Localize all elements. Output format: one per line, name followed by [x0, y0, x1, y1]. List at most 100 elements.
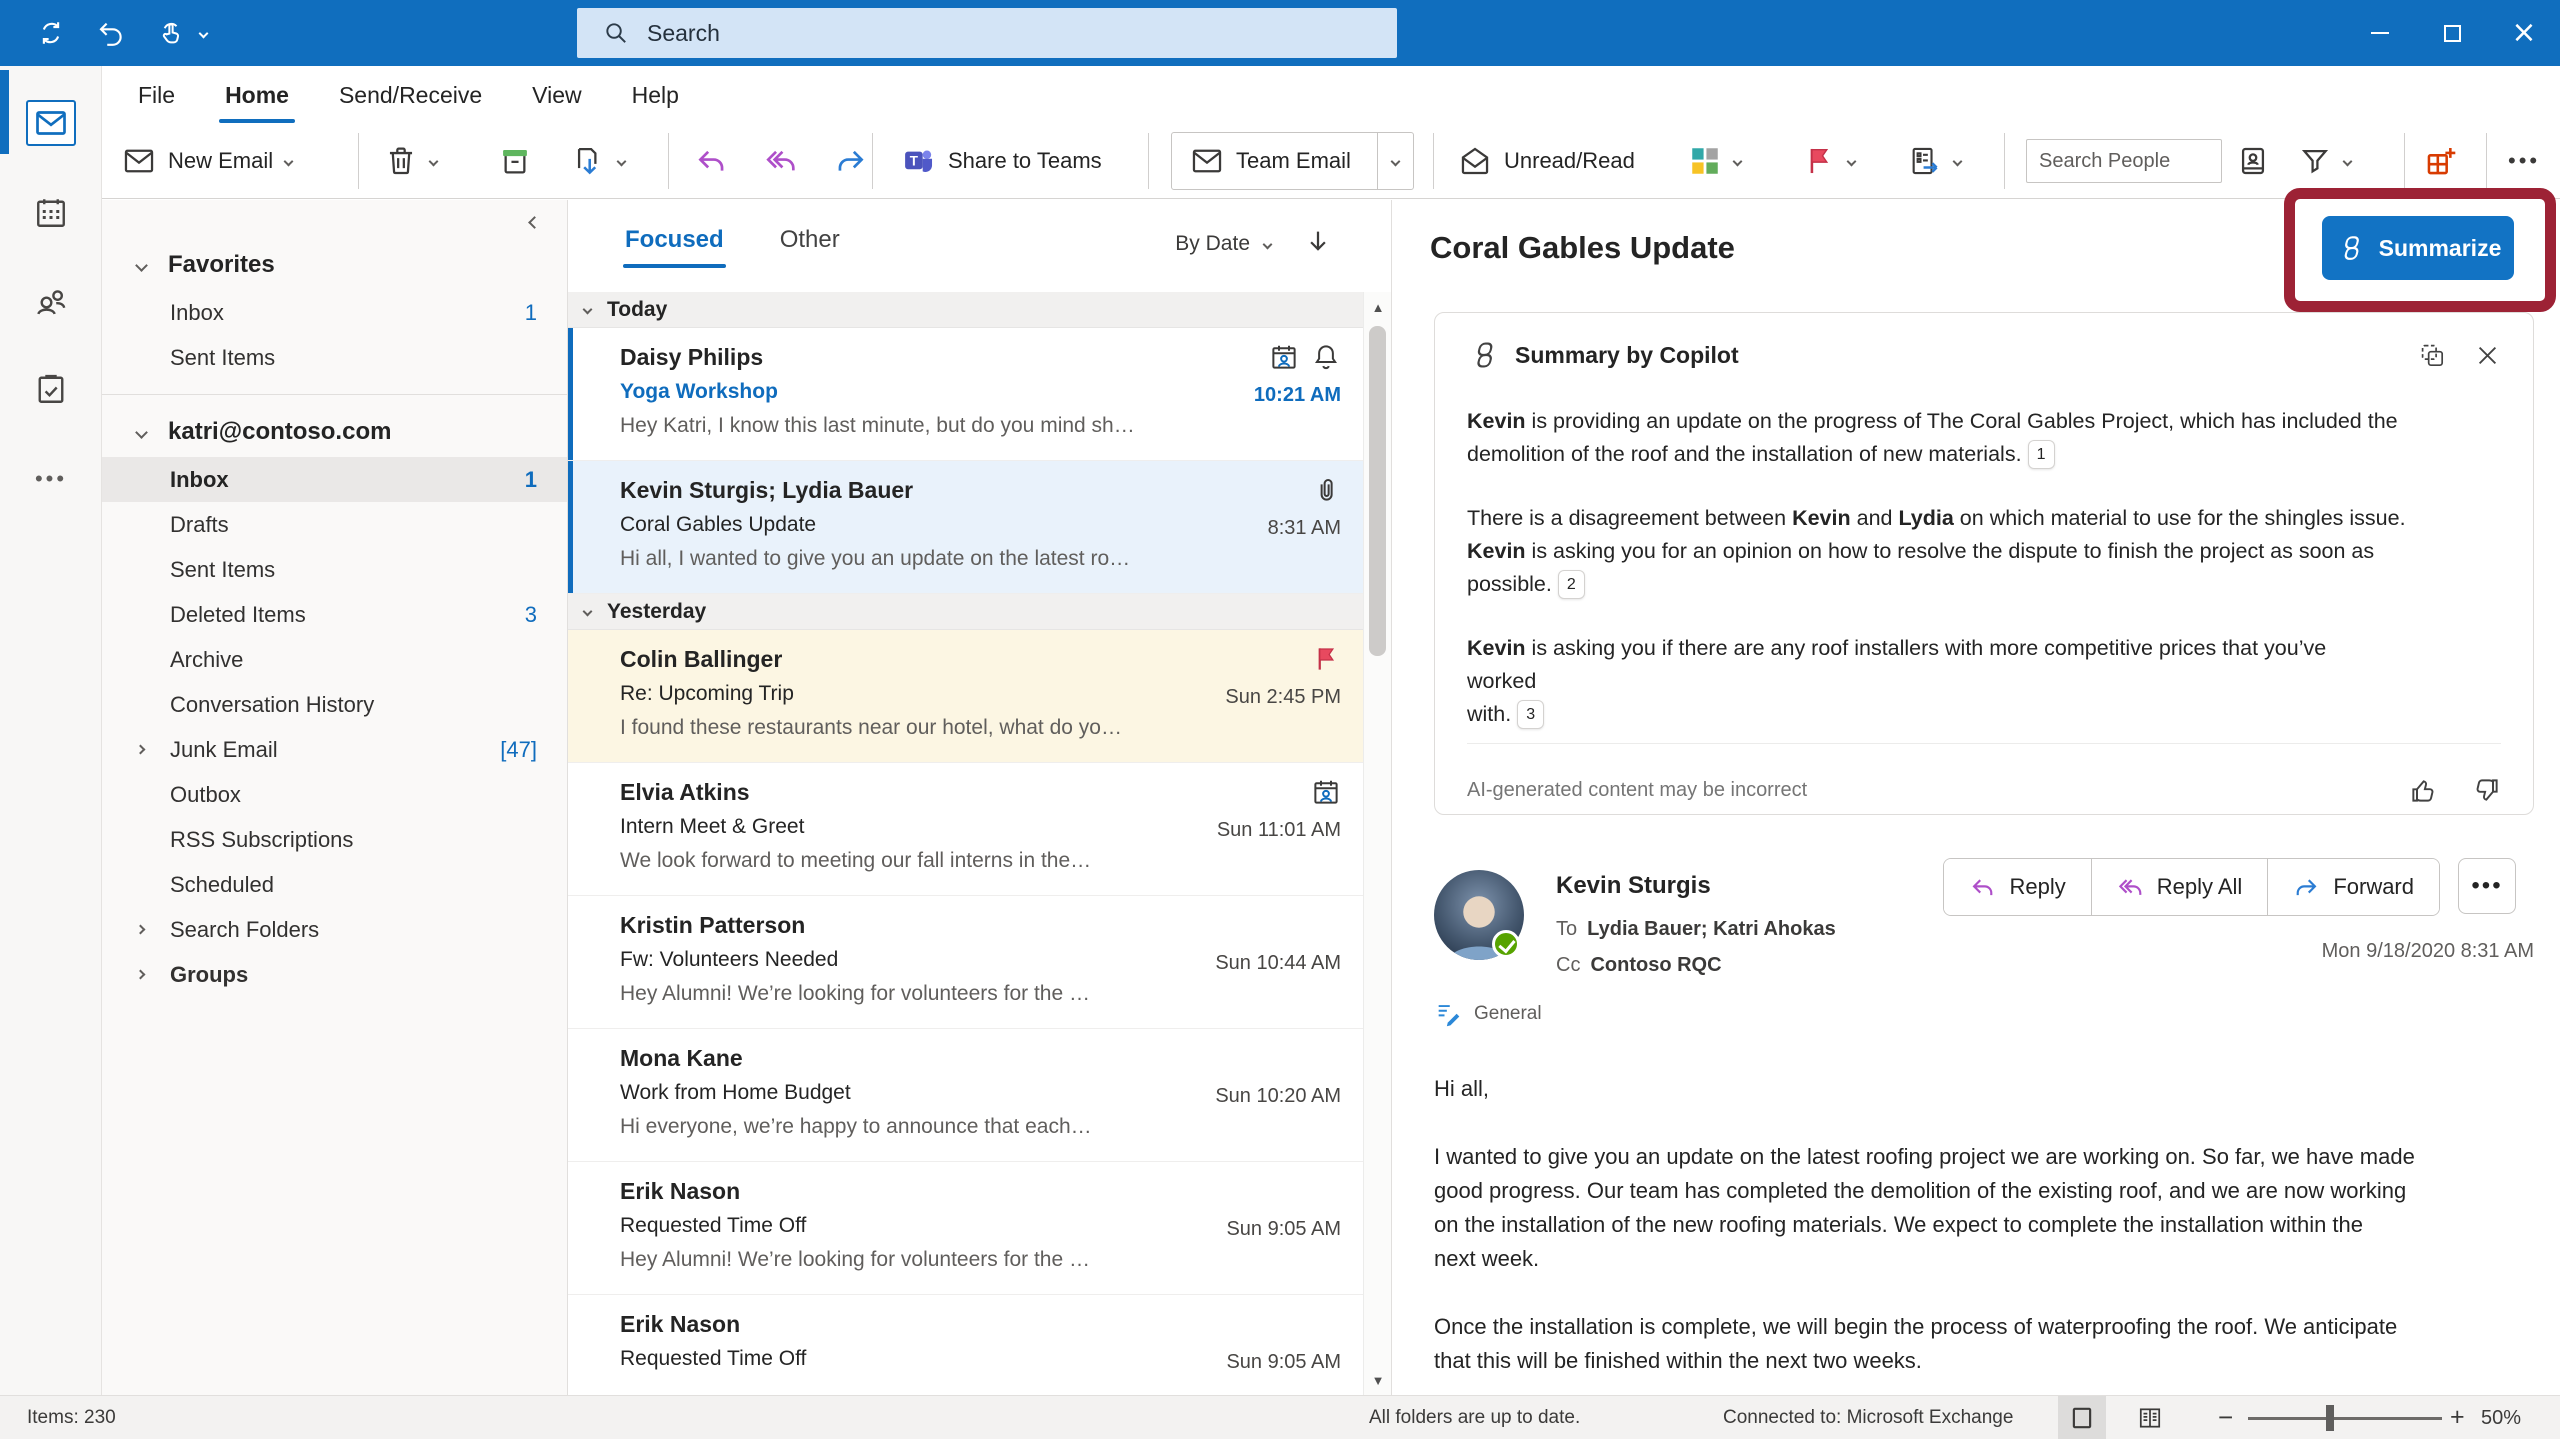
sidebar-item-inbox[interactable]: Inbox 1	[102, 290, 567, 335]
sidebar-item-inbox[interactable]: Inbox 1	[102, 457, 567, 502]
zoom-out-icon[interactable]: −	[2218, 1402, 2233, 1433]
share-to-teams-button[interactable]: T Share to Teams	[902, 124, 1102, 198]
sidebar-item-search-folders[interactable]: Search Folders	[102, 907, 567, 952]
citation-chip[interactable]: 2	[1557, 570, 1585, 599]
scroll-down-icon[interactable]: ▼	[1364, 1365, 1392, 1395]
folder-section-header[interactable]: Favorites	[102, 240, 567, 290]
zoom-slider-thumb[interactable]	[2326, 1405, 2334, 1431]
team-email-dropdown-icon[interactable]	[1376, 133, 1413, 189]
tab-send-receive[interactable]: Send/Receive	[337, 76, 484, 115]
tab-home[interactable]: Home	[219, 76, 295, 123]
scroll-up-icon[interactable]: ▲	[1364, 292, 1392, 322]
close-button[interactable]: ×	[2488, 0, 2560, 66]
zoom-in-icon[interactable]: +	[2450, 1403, 2465, 1432]
team-email-button[interactable]: Team Email	[1171, 132, 1414, 190]
message-list-item[interactable]: Kevin Sturgis; Lydia Bauer Coral Gables U…	[568, 461, 1363, 594]
categorize-button[interactable]	[1688, 124, 1743, 198]
touch-mode-dropdown-icon[interactable]	[198, 28, 209, 38]
scrollbar-thumb[interactable]	[1369, 326, 1386, 656]
reply-all-button[interactable]: Reply All	[2090, 859, 2268, 915]
folder-label: Drafts	[170, 511, 229, 537]
delete-button[interactable]	[384, 124, 439, 198]
sidebar-item-deleted-items[interactable]: Deleted Items 3	[102, 592, 567, 637]
search-people-input[interactable]	[2026, 139, 2222, 183]
tab-view[interactable]: View	[530, 76, 583, 115]
forward-button[interactable]: Forward	[2267, 859, 2439, 915]
sidebar-item-conversation-history[interactable]: Conversation History	[102, 682, 567, 727]
tab-file[interactable]: File	[136, 76, 177, 115]
rules-dropdown-icon[interactable]	[1952, 156, 1963, 166]
move-to-dropdown-icon[interactable]	[616, 156, 627, 166]
sensitivity-label[interactable]: General	[1434, 1000, 1542, 1028]
follow-up-dropdown-icon[interactable]	[1846, 156, 1857, 166]
sort-direction-button[interactable]	[1303, 226, 1333, 256]
rail-item-calendar[interactable]	[0, 178, 102, 248]
sidebar-item-scheduled[interactable]: Scheduled	[102, 862, 567, 907]
archive-button[interactable]	[498, 124, 532, 198]
message-list-item[interactable]: Kristin Patterson Fw: Volunteers Needed Su…	[568, 896, 1363, 1029]
rules-button[interactable]	[1908, 124, 1963, 198]
message-list-item[interactable]: Elvia Atkins Intern Meet & Greet Sun 11:01…	[568, 763, 1363, 896]
message-list-item[interactable]: Mona Kane Work from Home Budget Sun 10:20 …	[568, 1029, 1363, 1162]
sidebar-item-sent-items[interactable]: Sent Items	[102, 335, 567, 380]
new-email-button[interactable]: New Email	[122, 124, 294, 198]
collapse-folder-pane-icon[interactable]	[524, 208, 545, 238]
follow-up-button[interactable]	[1802, 124, 1857, 198]
body-paragraph: Hi all,	[1434, 1076, 1490, 1101]
message-list-item[interactable]: Daisy Philips Yoga Workshop 10:21 AM Hey Ka…	[568, 328, 1363, 461]
more-commands-button[interactable]: •••	[2508, 124, 2540, 198]
reply-button[interactable]	[694, 124, 728, 198]
group-header-yesterday[interactable]: Yesterday	[568, 594, 1363, 630]
new-email-dropdown-icon[interactable]	[283, 156, 294, 166]
filter-dropdown-icon[interactable]	[2342, 156, 2353, 166]
citation-chip[interactable]: 1	[2027, 440, 2055, 469]
folder-section-header[interactable]: katri@contoso.com	[102, 407, 567, 457]
summarize-button[interactable]: Summarize	[2322, 216, 2514, 280]
message-list-item[interactable]: Erik Nason Requested Time Off Sun 9:05 AM H…	[568, 1162, 1363, 1295]
sidebar-item-groups[interactable]: Groups	[102, 952, 567, 997]
reading-view-button[interactable]	[2058, 1396, 2106, 1439]
unread-read-button[interactable]: Unread/Read	[1458, 124, 1635, 198]
sort-by-button[interactable]: By Date	[1175, 232, 1273, 256]
thumbs-down-icon[interactable]	[2472, 776, 2501, 805]
tab-help[interactable]: Help	[630, 76, 681, 115]
rail-item-more[interactable]: •••	[0, 444, 102, 514]
group-header-today[interactable]: Today	[568, 292, 1363, 328]
reading-layout-button[interactable]	[2126, 1396, 2174, 1439]
maximize-button[interactable]	[2416, 0, 2488, 66]
get-addins-button[interactable]	[2424, 124, 2458, 198]
minimize-button[interactable]	[2344, 0, 2416, 66]
citation-chip[interactable]: 3	[1517, 700, 1545, 729]
tab-focused[interactable]: Focused	[623, 226, 726, 268]
delete-dropdown-icon[interactable]	[428, 156, 439, 166]
filter-email-button[interactable]	[2298, 124, 2353, 198]
message-list-scrollbar[interactable]: ▲ ▼	[1363, 292, 1391, 1395]
message-list-item[interactable]: Colin Ballinger Re: Upcoming Trip Sun 2:45…	[568, 630, 1363, 763]
message-list-item[interactable]: Erik Nason Requested Time Off Sun 9:05 AM	[568, 1295, 1363, 1395]
rail-item-tasks[interactable]	[0, 354, 102, 424]
send-receive-icon[interactable]	[34, 16, 68, 50]
rail-item-mail[interactable]	[0, 88, 102, 158]
touch-mode-icon[interactable]	[154, 16, 188, 50]
sidebar-item-sent-items[interactable]: Sent Items	[102, 547, 567, 592]
thumbs-up-icon[interactable]	[2409, 776, 2438, 805]
sidebar-item-drafts[interactable]: Drafts	[102, 502, 567, 547]
move-to-button[interactable]	[572, 124, 627, 198]
close-summary-icon[interactable]	[2474, 342, 2501, 369]
reply-button[interactable]: Reply	[1944, 859, 2091, 915]
sidebar-item-rss-subscriptions[interactable]: RSS Subscriptions	[102, 817, 567, 862]
sidebar-item-junk-email[interactable]: Junk Email [47]	[102, 727, 567, 772]
zoom-slider[interactable]	[2248, 1417, 2442, 1420]
rail-item-people[interactable]	[0, 266, 102, 336]
copy-summary-icon[interactable]	[2419, 342, 2446, 369]
undo-icon[interactable]	[94, 16, 128, 50]
more-actions-button[interactable]: •••	[2458, 858, 2516, 914]
tab-other[interactable]: Other	[780, 226, 840, 268]
sidebar-item-archive[interactable]: Archive	[102, 637, 567, 682]
forward-button[interactable]	[834, 124, 868, 198]
reply-all-button[interactable]	[764, 124, 798, 198]
search-input[interactable]: Search	[577, 8, 1397, 58]
categorize-dropdown-icon[interactable]	[1732, 156, 1743, 166]
sidebar-item-outbox[interactable]: Outbox	[102, 772, 567, 817]
address-book-button[interactable]	[2236, 124, 2270, 198]
